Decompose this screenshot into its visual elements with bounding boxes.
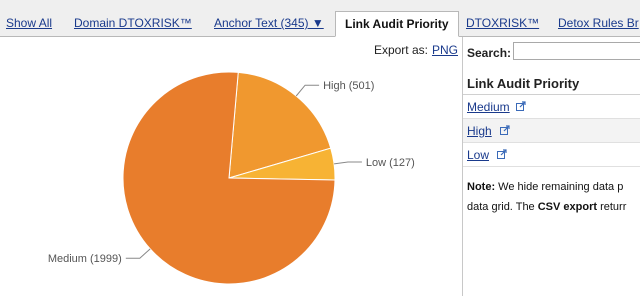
tab-bar: Show All Domain DTOXRISK™ Anchor Text (3… [0,0,640,37]
slice-label-high: High (501) [323,80,374,92]
tab-show-all[interactable]: Show All [6,16,52,31]
note-line1: We hide remaining data p [495,181,624,193]
slice-label-medium: Medium (1999) [48,253,122,265]
priority-link-high[interactable]: High [467,124,492,138]
priority-link-low[interactable]: Low [467,148,489,162]
pie-chart: High (501) Low (127) Medium (1999) [48,71,415,285]
note-line2: data grid. The [467,201,538,213]
external-link-icon[interactable] [497,149,507,159]
tab-domain-dtoxrisk[interactable]: Domain DTOXRISK™ [74,16,192,31]
tab-detox-rules[interactable]: Detox Rules Br [558,16,639,31]
list-item-low: Low [463,143,640,167]
leader-line-medium [125,248,151,259]
leader-line-low [334,161,362,165]
search-label: Search: [467,46,512,60]
panel-title-text: Link Audit Priority [467,76,580,91]
search-input[interactable] [513,42,640,60]
side-panel: Search: Link Audit Priority Medium High … [463,37,640,296]
slice-label-low: Low (127) [366,157,415,169]
priority-link-medium[interactable]: Medium [467,100,510,114]
chart-pane: Export as: PNG High (501) Low (127) Medium … [0,37,462,296]
list-item-high: High [463,119,640,143]
tab-link-audit-priority[interactable]: Link Audit Priority [335,11,459,37]
note-line2-end: returr [597,201,627,213]
list-item-medium: Medium [463,95,640,119]
tab-dtoxrisk[interactable]: DTOXRISK™ [466,16,539,31]
external-link-icon[interactable] [516,101,526,111]
external-link-icon[interactable] [500,125,510,135]
note-label: Note: [467,181,496,193]
leader-line-high [295,84,320,97]
note-text: Note: We hide remaining data p data grid… [467,177,640,217]
tab-anchor-text[interactable]: Anchor Text (345) ▼ [214,16,324,31]
panel-title: Link Audit Priority [463,75,640,95]
note-csv-export: CSV export [537,201,598,213]
